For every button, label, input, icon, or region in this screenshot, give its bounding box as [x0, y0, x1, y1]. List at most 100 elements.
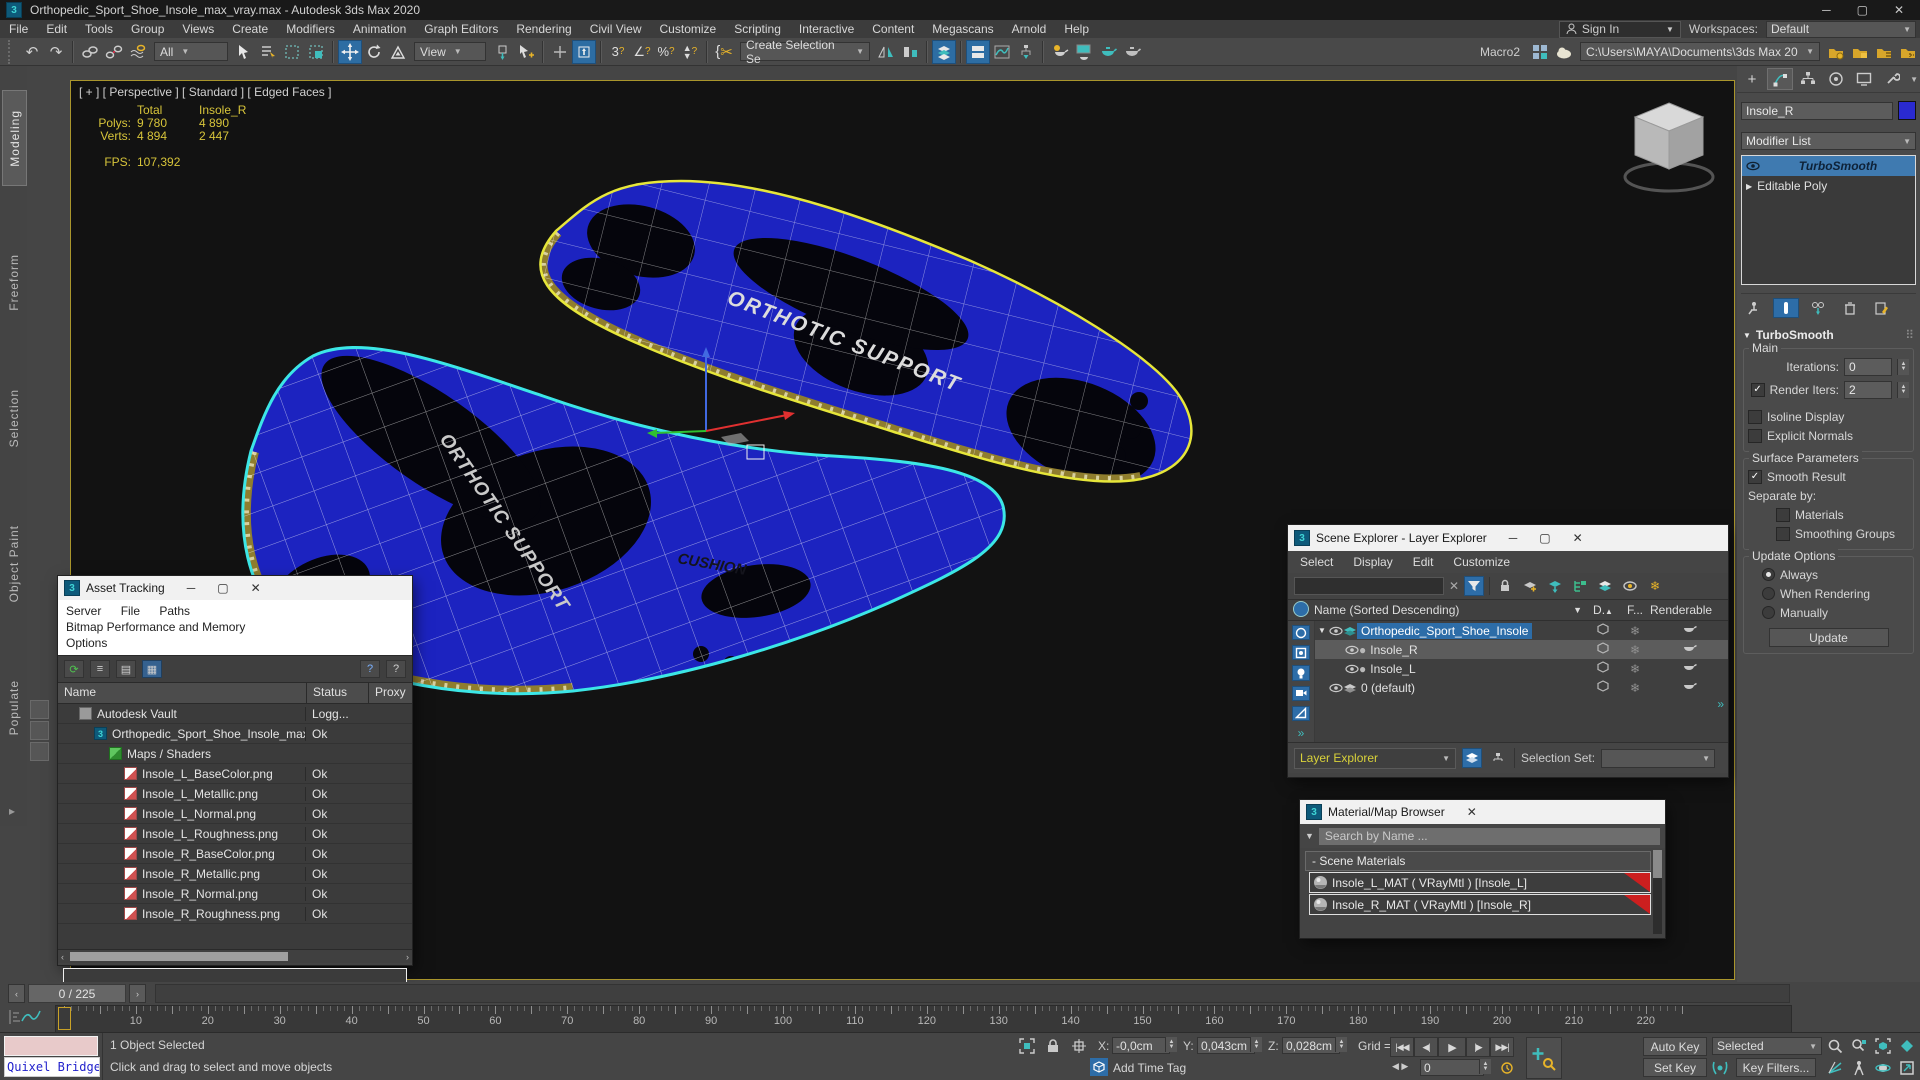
scroll-left-arrow[interactable]: ‹: [58, 952, 67, 962]
tab-modify[interactable]: [1767, 68, 1793, 90]
expand-arrow-icon[interactable]: ▶: [1746, 182, 1752, 191]
redo-icon[interactable]: ↷: [44, 40, 68, 64]
spinner-snap-icon[interactable]: ▲ ▼?: [678, 40, 702, 64]
previous-key-button[interactable]: ◀|: [1414, 1037, 1438, 1057]
select-and-manipulate-icon[interactable]: [572, 39, 596, 64]
configure-modifier-sets-icon[interactable]: [1869, 298, 1895, 318]
filter-lights-icon[interactable]: [1292, 665, 1310, 681]
walk-through-icon[interactable]: [1848, 1058, 1870, 1077]
cloud-icon[interactable]: [1552, 40, 1576, 64]
object-name-field[interactable]: Insole_R: [1741, 101, 1893, 120]
menu-item-customize[interactable]: Customize: [1453, 555, 1510, 569]
stack-item-turbosmooth[interactable]: TurboSmooth: [1742, 156, 1915, 176]
make-unique-icon[interactable]: [1805, 298, 1831, 318]
selection-filter-dropdown[interactable]: All ▼: [154, 42, 228, 61]
scene-explorer-title-bar[interactable]: 3 Scene Explorer - Layer Explorer ─ ▢ ✕: [1288, 525, 1728, 551]
toolbar-drag-handle[interactable]: [8, 39, 15, 64]
menu-item-group[interactable]: Group: [122, 22, 173, 36]
maximize-button[interactable]: ▢: [1857, 3, 1868, 17]
asset-row[interactable]: Insole_R_BaseColor.png Ok: [58, 844, 412, 864]
filter-funnel-icon[interactable]: [1464, 576, 1485, 596]
display-cube-icon[interactable]: [1597, 642, 1609, 654]
menu-item-views[interactable]: Views: [173, 22, 223, 36]
nest-layer-icon[interactable]: [1570, 576, 1590, 596]
renderable-teapot-icon[interactable]: [1682, 643, 1697, 654]
project-folder-new-icon[interactable]: [1848, 40, 1872, 64]
freeze-snowflake-icon[interactable]: ❄: [1620, 643, 1650, 657]
ribbon-tab-object-paint[interactable]: Object Paint: [2, 515, 25, 612]
rendered-frame-window-icon[interactable]: [1072, 40, 1096, 64]
time-slider-ruler[interactable]: 0102030405060708090100110120130140150160…: [55, 1005, 1792, 1033]
materials-checkbox[interactable]: [1776, 507, 1790, 522]
ribbon-tab-selection[interactable]: Selection: [2, 379, 25, 457]
rollout-collapse-arrow[interactable]: ▼: [1743, 331, 1751, 340]
menu-item-edit[interactable]: Edit: [37, 22, 76, 36]
menu-item-file[interactable]: File: [0, 22, 37, 36]
menu-item-server[interactable]: Server: [66, 603, 101, 619]
y-spinner[interactable]: ▲ ▼: [1250, 1037, 1262, 1052]
named-selection-dropdown[interactable]: Create Selection Se ▼: [740, 38, 870, 66]
menu-item-scripting[interactable]: Scripting: [725, 22, 790, 36]
viewport-layout-tab[interactable]: [30, 742, 49, 761]
macro-script-icon[interactable]: [1528, 40, 1552, 64]
show-end-result-icon[interactable]: [1773, 298, 1799, 318]
select-by-name-icon[interactable]: [256, 40, 280, 64]
maxscript-mini-listener-pink[interactable]: [4, 1036, 98, 1056]
display-cube-icon[interactable]: [1597, 680, 1609, 692]
material-row[interactable]: Insole_R_MAT ( VRayMtl ) [Insole_R]: [1309, 894, 1651, 915]
remove-modifier-icon[interactable]: [1837, 298, 1863, 318]
tab-motion[interactable]: [1823, 68, 1849, 90]
align-icon[interactable]: [898, 40, 922, 64]
stack-item-editable-poly[interactable]: ▶ Editable Poly: [1742, 176, 1915, 196]
smoothing-groups-checkbox[interactable]: [1776, 526, 1790, 541]
percent-snap-icon[interactable]: %?: [654, 40, 678, 64]
go-to-end-button[interactable]: ▶▶|: [1490, 1037, 1514, 1057]
sort-circle-icon[interactable]: [1293, 600, 1309, 617]
menu-item-megascans[interactable]: Megascans: [923, 22, 1002, 36]
viewport-layout-tab[interactable]: [30, 721, 49, 740]
smooth-result-checkbox[interactable]: ✓: [1748, 469, 1762, 484]
curve-editor-icon[interactable]: [990, 40, 1014, 64]
frame-spinner[interactable]: ▲ ▼: [1479, 1059, 1491, 1074]
track-bar[interactable]: [155, 984, 1790, 1003]
close-icon[interactable]: ✕: [1573, 531, 1583, 545]
menu-item-paths[interactable]: Paths: [159, 603, 190, 619]
tab-display[interactable]: [1851, 68, 1877, 90]
asset-row[interactable]: Insole_L_Roughness.png Ok: [58, 824, 412, 844]
z-coordinate-field[interactable]: 0,028cm: [1282, 1037, 1340, 1054]
close-icon[interactable]: ✕: [251, 581, 261, 595]
scene-row-layer[interactable]: ▼ Orthopedic_Sport_Shoe_Insole ❄: [1315, 621, 1728, 640]
menu-item-rendering[interactable]: Rendering: [507, 22, 580, 36]
menu-item-file[interactable]: File: [121, 603, 140, 619]
asset-row[interactable]: Insole_L_Metallic.png Ok: [58, 784, 412, 804]
manually-radio[interactable]: [1762, 606, 1775, 619]
menu-item-display[interactable]: Display: [1353, 555, 1392, 569]
scrollbar-thumb[interactable]: [70, 952, 288, 961]
menu-item-modifiers[interactable]: Modifiers: [277, 22, 344, 36]
filter-objects-icon[interactable]: [1292, 625, 1310, 641]
isoline-display-checkbox[interactable]: [1748, 409, 1762, 424]
time-tag-cube-icon[interactable]: [1090, 1058, 1108, 1076]
pin-stack-icon[interactable]: [1741, 298, 1767, 318]
maximize-button[interactable]: ▢: [217, 581, 228, 595]
project-folder-list-icon[interactable]: [1872, 40, 1896, 64]
render-setup-icon[interactable]: [1048, 40, 1072, 64]
object-color-swatch[interactable]: [1897, 101, 1916, 120]
table-view-icon[interactable]: ▦: [142, 660, 162, 678]
eye-icon[interactable]: [1329, 682, 1343, 694]
modifier-list-dropdown[interactable]: Modifier List ▼: [1741, 132, 1916, 150]
maximize-viewport-toggle-icon[interactable]: [1896, 1058, 1918, 1077]
asset-row[interactable]: Maps / Shaders: [58, 744, 412, 764]
object-name[interactable]: Insole_R: [1366, 643, 1586, 657]
orbit-icon[interactable]: [1872, 1058, 1894, 1077]
ribbon-tab-populate[interactable]: Populate: [2, 670, 25, 745]
sign-in-button[interactable]: Sign In ▼: [1558, 20, 1681, 38]
menu-item-animation[interactable]: Animation: [344, 22, 415, 36]
scroll-right-arrow[interactable]: ›: [403, 952, 412, 962]
material-row[interactable]: Insole_L_MAT ( VRayMtl ) [Insole_L]: [1309, 872, 1651, 893]
context-help-icon[interactable]: ?: [386, 660, 406, 678]
window-crossing-icon[interactable]: [304, 40, 328, 64]
frame-step-arrows[interactable]: ◀ ▶: [1392, 1061, 1408, 1072]
add-layer-icon[interactable]: [1520, 576, 1540, 596]
explicit-normals-checkbox[interactable]: [1748, 428, 1762, 443]
